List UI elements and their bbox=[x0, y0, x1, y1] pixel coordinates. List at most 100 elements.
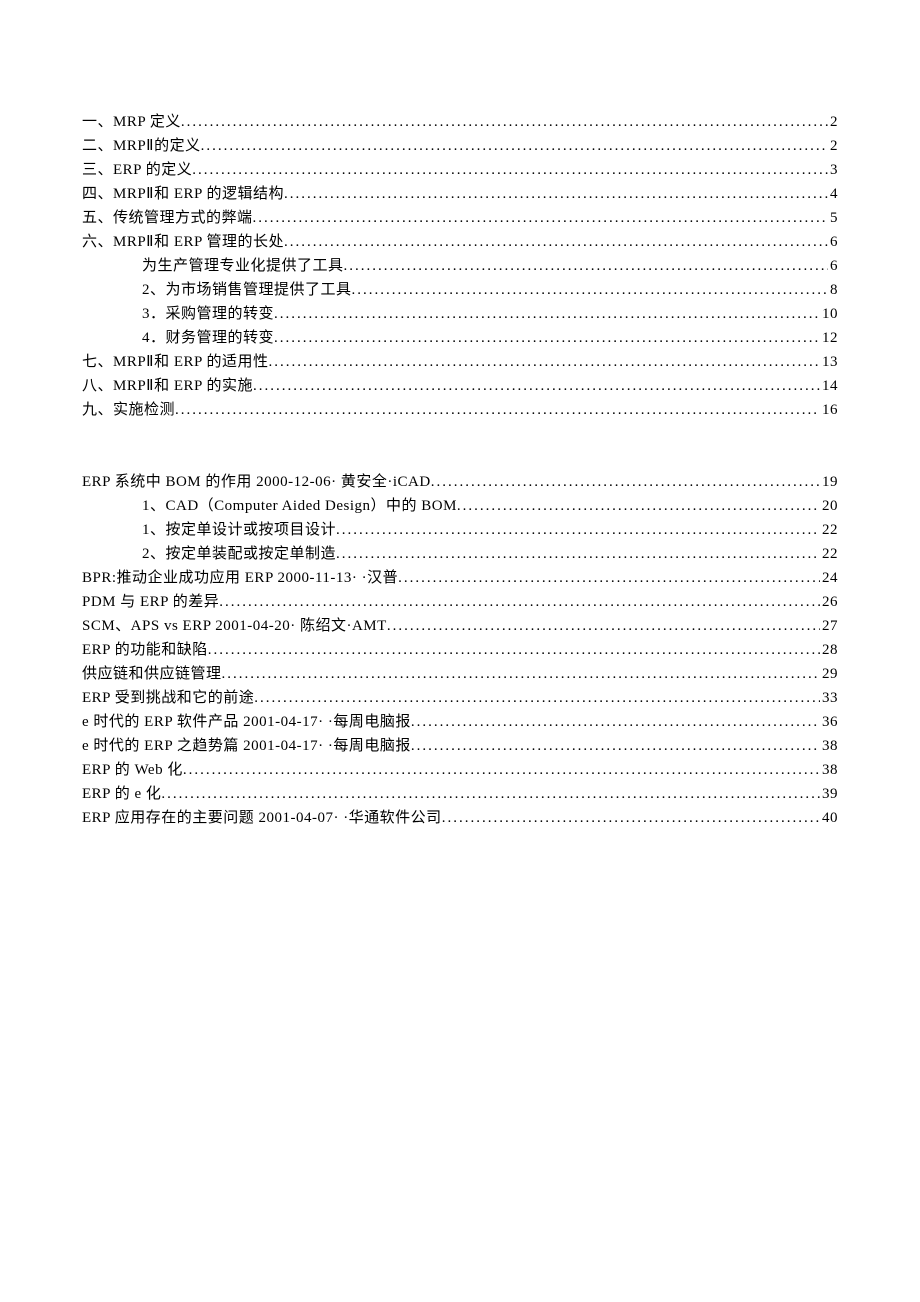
toc-entry: 一、MRP 定义 2 bbox=[82, 110, 838, 134]
toc-leader-dots bbox=[269, 350, 820, 374]
toc-entry-page: 36 bbox=[820, 710, 838, 734]
toc-entry: ERP 的功能和缺陷 28 bbox=[82, 638, 838, 662]
toc-entry-text: 八、MRPⅡ和 ERP 的实施 bbox=[82, 374, 253, 398]
toc-entry-text: 为生产管理专业化提供了工具 bbox=[142, 254, 344, 278]
toc-entry: 1、按定单设计或按项目设计 22 bbox=[82, 518, 838, 542]
toc-leader-dots bbox=[411, 710, 820, 734]
toc-leader-dots bbox=[398, 566, 820, 590]
toc-entry-text: 七、MRPⅡ和 ERP 的适用性 bbox=[82, 350, 269, 374]
toc-entry-text: PDM 与 ERP 的差异 bbox=[82, 590, 219, 614]
toc-leader-dots bbox=[219, 590, 820, 614]
toc-entry-page: 22 bbox=[820, 518, 838, 542]
table-of-contents: 一、MRP 定义2二、MRPⅡ的定义2三、ERP 的定义3四、MRPⅡ和 ERP… bbox=[82, 110, 838, 830]
toc-entry: 七、MRPⅡ和 ERP 的适用性 13 bbox=[82, 350, 838, 374]
toc-entry-page: 28 bbox=[820, 638, 838, 662]
toc-entry-page: 38 bbox=[820, 758, 838, 782]
toc-leader-dots bbox=[457, 494, 820, 518]
toc-entry-text: e 时代的 ERP 软件产品 2001-04-17· ·每周电脑报 bbox=[82, 710, 411, 734]
toc-entry-page: 5 bbox=[828, 206, 838, 230]
toc-entry-page: 2 bbox=[828, 110, 838, 134]
toc-leader-dots bbox=[201, 134, 828, 158]
toc-spacer bbox=[82, 422, 838, 470]
toc-entry-page: 26 bbox=[820, 590, 838, 614]
toc-leader-dots bbox=[253, 374, 820, 398]
toc-entry: 三、ERP 的定义 3 bbox=[82, 158, 838, 182]
toc-entry: 供应链和供应链管理 29 bbox=[82, 662, 838, 686]
toc-leader-dots bbox=[284, 182, 828, 206]
toc-entry: 五、传统管理方式的弊端 5 bbox=[82, 206, 838, 230]
toc-leader-dots bbox=[254, 686, 820, 710]
toc-leader-dots bbox=[431, 470, 820, 494]
toc-entry-text: 2、为市场销售管理提供了工具 bbox=[142, 278, 352, 302]
toc-entry-page: 8 bbox=[828, 278, 838, 302]
toc-leader-dots bbox=[175, 398, 820, 422]
toc-entry-page: 33 bbox=[820, 686, 838, 710]
toc-entry-page: 12 bbox=[820, 326, 838, 350]
toc-entry: ERP 的 e 化 39 bbox=[82, 782, 838, 806]
toc-entry-text: 供应链和供应链管理 bbox=[82, 662, 222, 686]
toc-entry-text: ERP 系统中 BOM 的作用 2000-12-06· 黄安全·iCAD bbox=[82, 470, 431, 494]
toc-entry-text: 五、传统管理方式的弊端 bbox=[82, 206, 253, 230]
toc-entry-text: 2、按定单装配或按定单制造 bbox=[142, 542, 336, 566]
toc-entry-text: ERP 的 e 化 bbox=[82, 782, 161, 806]
toc-entry-page: 14 bbox=[820, 374, 838, 398]
toc-entry-text: ERP 的功能和缺陷 bbox=[82, 638, 208, 662]
toc-entry-page: 13 bbox=[820, 350, 838, 374]
toc-entry-text: BPR:推动企业成功应用 ERP 2000-11-13· ·汉普 bbox=[82, 566, 398, 590]
toc-entry-text: SCM、APS vs ERP 2001-04-20· 陈绍文·AMT bbox=[82, 614, 387, 638]
toc-entry-text: 一、MRP 定义 bbox=[82, 110, 181, 134]
toc-leader-dots bbox=[183, 758, 820, 782]
toc-entry-page: 19 bbox=[820, 470, 838, 494]
toc-entry-page: 20 bbox=[820, 494, 838, 518]
toc-leader-dots bbox=[274, 302, 820, 326]
toc-entry: e 时代的 ERP 之趋势篇 2001-04-17· ·每周电脑报 38 bbox=[82, 734, 838, 758]
toc-entry-page: 3 bbox=[828, 158, 838, 182]
toc-entry-page: 29 bbox=[820, 662, 838, 686]
toc-entry: ERP 受到挑战和它的前途 33 bbox=[82, 686, 838, 710]
toc-entry: 3．采购管理的转变 10 bbox=[82, 302, 838, 326]
toc-leader-dots bbox=[181, 110, 828, 134]
toc-entry: 八、MRPⅡ和 ERP 的实施 14 bbox=[82, 374, 838, 398]
toc-leader-dots bbox=[253, 206, 828, 230]
toc-entry-text: 三、ERP 的定义 bbox=[82, 158, 192, 182]
toc-entry-text: 4．财务管理的转变 bbox=[142, 326, 274, 350]
toc-entry-text: 3．采购管理的转变 bbox=[142, 302, 274, 326]
toc-leader-dots bbox=[387, 614, 820, 638]
toc-leader-dots bbox=[208, 638, 820, 662]
toc-entry-text: 六、MRPⅡ和 ERP 管理的长处 bbox=[82, 230, 284, 254]
toc-entry: SCM、APS vs ERP 2001-04-20· 陈绍文·AMT 27 bbox=[82, 614, 838, 638]
toc-entry-page: 16 bbox=[820, 398, 838, 422]
toc-entry: ERP 应用存在的主要问题 2001-04-07· ·华通软件公司 40 bbox=[82, 806, 838, 830]
toc-entry-page: 24 bbox=[820, 566, 838, 590]
toc-entry-text: ERP 应用存在的主要问题 2001-04-07· ·华通软件公司 bbox=[82, 806, 442, 830]
toc-entry-text: ERP 受到挑战和它的前途 bbox=[82, 686, 254, 710]
toc-entry: ERP 的 Web 化 38 bbox=[82, 758, 838, 782]
toc-entry-text: e 时代的 ERP 之趋势篇 2001-04-17· ·每周电脑报 bbox=[82, 734, 411, 758]
toc-leader-dots bbox=[352, 278, 828, 302]
toc-leader-dots bbox=[344, 254, 828, 278]
toc-entry: 1、CAD（Computer Aided Design）中的 BOM20 bbox=[82, 494, 838, 518]
toc-entry-text: 1、按定单设计或按项目设计 bbox=[142, 518, 336, 542]
toc-entry: 2、为市场销售管理提供了工具 8 bbox=[82, 278, 838, 302]
toc-entry: 九、实施检测16 bbox=[82, 398, 838, 422]
toc-leader-dots bbox=[161, 782, 820, 806]
toc-entry-page: 2 bbox=[828, 134, 838, 158]
toc-entry-page: 27 bbox=[820, 614, 838, 638]
toc-entry-page: 39 bbox=[820, 782, 838, 806]
toc-entry: ERP 系统中 BOM 的作用 2000-12-06· 黄安全·iCAD 19 bbox=[82, 470, 838, 494]
toc-leader-dots bbox=[222, 662, 820, 686]
toc-entry-page: 10 bbox=[820, 302, 838, 326]
toc-entry-text: 四、MRPⅡ和 ERP 的逻辑结构 bbox=[82, 182, 284, 206]
toc-entry-text: ERP 的 Web 化 bbox=[82, 758, 183, 782]
toc-leader-dots bbox=[284, 230, 828, 254]
toc-entry: PDM 与 ERP 的差异 26 bbox=[82, 590, 838, 614]
toc-leader-dots bbox=[442, 806, 820, 830]
toc-leader-dots bbox=[411, 734, 820, 758]
toc-entry: BPR:推动企业成功应用 ERP 2000-11-13· ·汉普 24 bbox=[82, 566, 838, 590]
toc-entry-page: 6 bbox=[828, 254, 838, 278]
toc-entry-page: 38 bbox=[820, 734, 838, 758]
toc-entry-page: 40 bbox=[820, 806, 838, 830]
toc-entry-page: 22 bbox=[820, 542, 838, 566]
toc-entry: 4．财务管理的转变 12 bbox=[82, 326, 838, 350]
toc-entry: e 时代的 ERP 软件产品 2001-04-17· ·每周电脑报 36 bbox=[82, 710, 838, 734]
